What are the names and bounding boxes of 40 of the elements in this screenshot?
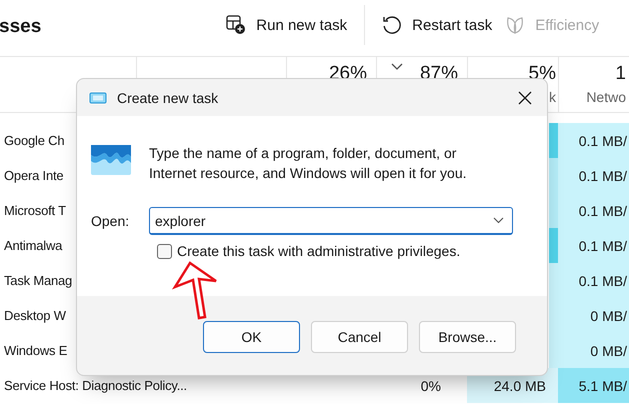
restart-icon <box>382 15 402 35</box>
process-name: Google Ch <box>4 133 64 148</box>
table-cell: 0.1 MB/ <box>578 168 627 184</box>
column-heading[interactable]: Netwo <box>586 89 626 105</box>
open-label: Open: <box>91 213 130 229</box>
admin-checkbox[interactable] <box>157 244 172 258</box>
table-cell: 0 MB/ <box>590 342 627 358</box>
process-name: Desktop W <box>4 308 66 323</box>
process-name: Microsoft T <box>4 203 66 218</box>
table-cell: 0.1 MB/ <box>578 132 627 148</box>
run-app-icon <box>91 145 131 175</box>
column-heading[interactable]: k <box>549 89 556 105</box>
column-total: 5% <box>528 63 556 85</box>
dialog-button[interactable]: OK <box>203 321 300 353</box>
page-title: sses <box>0 16 42 38</box>
checkbox-label[interactable]: Create this task with administrative privileges. <box>177 243 460 259</box>
dialog-title: Create new task <box>117 90 220 106</box>
window-icon <box>89 92 107 104</box>
table-cell: 0% <box>420 378 441 394</box>
process-name: Antimalwa <box>4 238 62 253</box>
toolbar-button[interactable]: Restart task <box>382 15 506 35</box>
table-cell: 0.1 MB/ <box>578 272 627 288</box>
process-name: Opera Inte <box>4 168 64 183</box>
open-combo-field[interactable]: explorer <box>149 207 513 235</box>
column-total: 1 <box>615 63 626 85</box>
dropdown-caret-icon[interactable] <box>493 217 504 224</box>
table-cell: 24.0 MB <box>494 378 546 394</box>
dialog-button[interactable]: Cancel <box>311 321 408 353</box>
table-cell: 5.1 MB/ <box>578 378 627 394</box>
instruction-text: Type the name of a program, folder, document, or Internet resource, and Windows will open it for you. <box>149 144 468 183</box>
table-cell: 0.1 MB/ <box>578 202 627 218</box>
window-add-icon <box>226 15 246 35</box>
table-cell: 0 MB/ <box>590 308 627 324</box>
table-cell: 0.1 MB/ <box>578 238 627 254</box>
toolbar-button[interactable]: Run new task <box>226 15 360 35</box>
process-name: Task Manag <box>4 273 72 288</box>
leaf-icon <box>505 15 526 35</box>
process-name: Service Host: Diagnostic Policy... <box>4 378 187 393</box>
process-name: Windows E <box>4 343 68 358</box>
dialog-button[interactable]: Browse... <box>419 321 516 353</box>
